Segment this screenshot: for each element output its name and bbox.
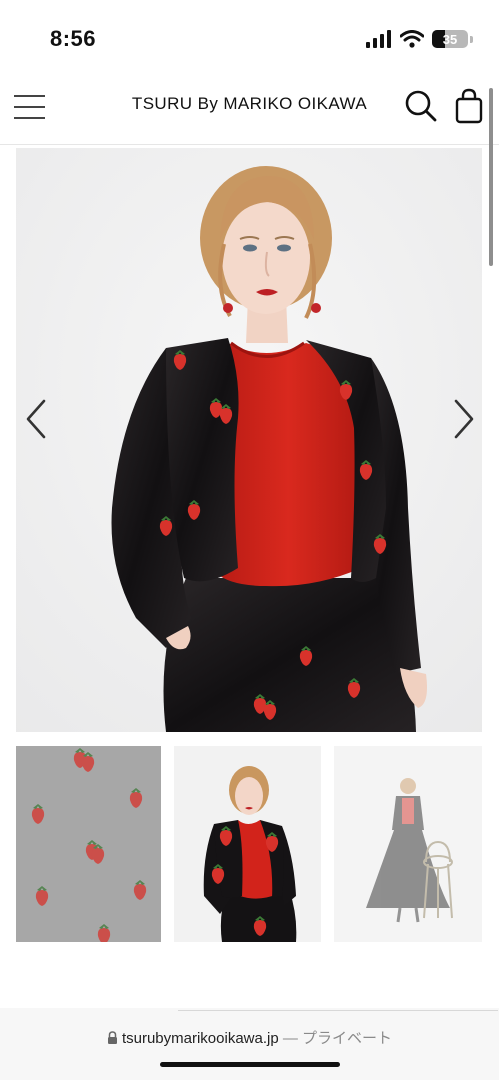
signal-icon <box>366 30 391 48</box>
chevron-right-icon[interactable] <box>446 395 482 443</box>
battery-icon: 35 <box>432 30 468 48</box>
status-bar: 8:56 35 <box>0 0 499 72</box>
thumbnail-model-full-body[interactable] <box>334 746 482 942</box>
page-scrollbar[interactable] <box>489 88 493 266</box>
battery-percent: 35 <box>442 31 458 47</box>
url-divider <box>178 1010 498 1011</box>
main-product-image[interactable] <box>16 148 482 732</box>
wifi-icon <box>400 30 424 48</box>
home-indicator[interactable] <box>160 1062 340 1067</box>
status-indicators: 35 <box>366 28 473 50</box>
model-photo <box>16 148 482 732</box>
url-content[interactable]: tsurubymarikooikawa.jp — プライベート <box>0 1027 499 1048</box>
upper-body-image <box>174 746 321 942</box>
battery-nub <box>470 35 473 43</box>
status-time: 8:56 <box>50 26 97 51</box>
thumbnail-fabric-detail[interactable] <box>16 746 161 942</box>
search-icon[interactable] <box>404 89 438 123</box>
site-header: TSURU By MARIKO OIKAWA <box>0 72 499 145</box>
private-mode-label: プライベート <box>302 1030 393 1047</box>
full-body-image <box>334 746 482 942</box>
fabric-detail-image <box>16 746 161 942</box>
shopping-bag-icon[interactable] <box>454 88 484 124</box>
thumbnail-model-upper-body[interactable] <box>174 746 321 942</box>
lock-icon <box>107 1031 117 1044</box>
url-domain: tsurubymarikooikawa.jp <box>121 1030 279 1047</box>
chevron-left-icon[interactable] <box>18 395 54 443</box>
url-separator: — <box>278 1030 303 1047</box>
